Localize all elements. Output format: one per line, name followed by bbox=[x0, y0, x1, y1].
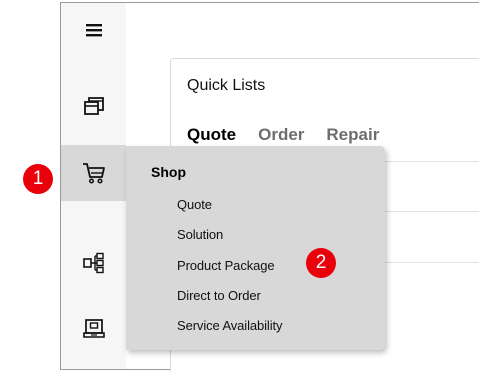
hierarchy-icon bbox=[82, 252, 104, 274]
menu-icon bbox=[85, 24, 102, 37]
sidebar-item-hierarchy[interactable] bbox=[61, 235, 126, 291]
shop-flyout-menu: Shop Quote Solution Product Package Dire… bbox=[126, 146, 385, 350]
quick-lists-tabs: Quote Order Repair bbox=[187, 125, 379, 145]
laptop-icon bbox=[82, 319, 105, 338]
shop-menu-item-service-availability[interactable]: Service Availability bbox=[177, 318, 283, 333]
tab-repair[interactable]: Repair bbox=[326, 125, 379, 145]
shop-menu-item-quote[interactable]: Quote bbox=[177, 197, 212, 212]
sidebar bbox=[61, 3, 126, 369]
tab-quote[interactable]: Quote bbox=[187, 125, 236, 145]
sidebar-item-shop[interactable] bbox=[61, 145, 126, 201]
cart-icon bbox=[82, 163, 105, 184]
shop-menu-item-direct-to-order[interactable]: Direct to Order bbox=[177, 288, 261, 303]
windows-icon bbox=[83, 97, 104, 115]
tab-order[interactable]: Order bbox=[258, 125, 304, 145]
sidebar-menu-button[interactable] bbox=[61, 5, 126, 55]
callout-badge-2: 2 bbox=[306, 248, 336, 278]
callout-badge-1: 1 bbox=[23, 164, 53, 194]
shop-menu-item-product-package[interactable]: Product Package bbox=[177, 258, 275, 273]
quick-lists-title: Quick Lists bbox=[187, 77, 266, 94]
shop-menu-heading: Shop bbox=[151, 164, 186, 180]
sidebar-item-windows[interactable] bbox=[61, 77, 126, 133]
shop-menu-item-solution[interactable]: Solution bbox=[177, 227, 223, 242]
sidebar-item-laptop[interactable] bbox=[61, 301, 126, 357]
